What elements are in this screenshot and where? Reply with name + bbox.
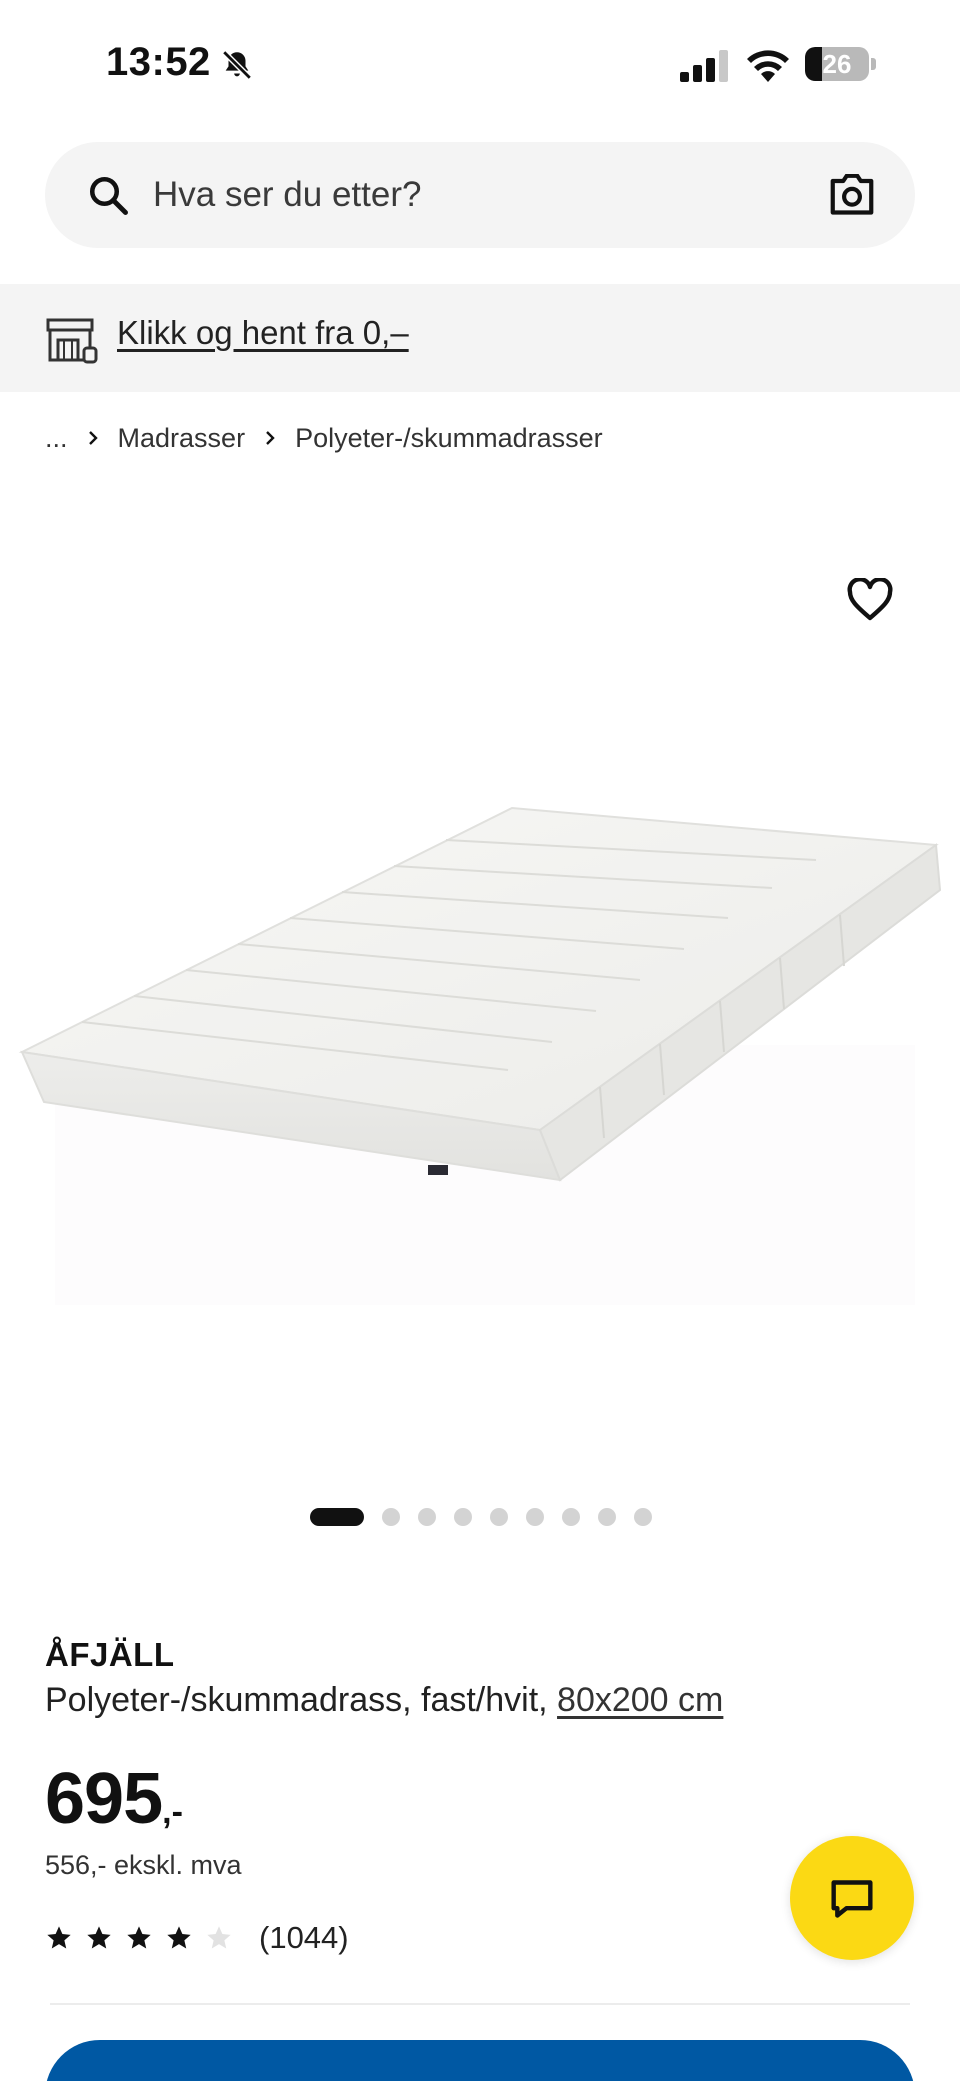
size-link[interactable]: 80x200 cm bbox=[557, 1681, 723, 1719]
status-bar: 13:52 26 bbox=[0, 0, 960, 130]
battery-indicator: 26 bbox=[805, 47, 876, 81]
battery-level: 26 bbox=[822, 49, 852, 79]
star-filled-icon bbox=[47, 1926, 71, 1949]
divider bbox=[50, 2003, 910, 2005]
carousel-dot[interactable] bbox=[418, 1508, 436, 1526]
carousel-dot[interactable] bbox=[562, 1508, 580, 1526]
chat-button[interactable] bbox=[790, 1836, 914, 1960]
carousel-dot[interactable] bbox=[454, 1508, 472, 1526]
review-count[interactable]: (1044) bbox=[259, 1920, 349, 1956]
search-bar[interactable] bbox=[45, 142, 915, 248]
breadcrumb-item-madrasser[interactable]: Madrasser bbox=[118, 423, 246, 454]
price-excl-vat: 556,- ekskl. mva bbox=[45, 1850, 242, 1880]
image-carousel-dots[interactable] bbox=[310, 1506, 670, 1528]
carousel-dot[interactable] bbox=[382, 1508, 400, 1526]
breadcrumb-item-foam-mattresses[interactable]: Polyeter-/skummadrasser bbox=[295, 423, 603, 454]
star-filled-icon bbox=[87, 1926, 111, 1949]
cellular-signal-icon bbox=[680, 50, 728, 82]
store-icon bbox=[46, 318, 98, 364]
carousel-dot[interactable] bbox=[598, 1508, 616, 1526]
bell-slash-icon bbox=[222, 50, 252, 80]
product-description-text: Polyeter-/skummadrass, fast/hvit, bbox=[45, 1681, 558, 1719]
rating-stars bbox=[45, 1924, 245, 1952]
star-filled-icon bbox=[127, 1926, 151, 1949]
chevron-right-icon bbox=[88, 431, 98, 445]
carousel-dot-active[interactable] bbox=[310, 1508, 364, 1526]
click-and-collect-banner[interactable]: Klikk og hent fra 0,– bbox=[0, 284, 960, 392]
carousel-dot[interactable] bbox=[526, 1508, 544, 1526]
product-name: ÅFJÄLL bbox=[45, 1636, 175, 1673]
wifi-icon bbox=[747, 50, 789, 82]
chevron-right-icon bbox=[266, 431, 275, 445]
price-suffix: ,- bbox=[162, 1793, 183, 1831]
search-icon bbox=[89, 176, 128, 215]
battery-body: 26 bbox=[805, 47, 869, 81]
carousel-dot[interactable] bbox=[634, 1508, 652, 1526]
heart-icon[interactable] bbox=[846, 578, 894, 622]
search-input[interactable] bbox=[153, 142, 753, 248]
add-to-cart-button[interactable] bbox=[45, 2040, 915, 2081]
breadcrumb-ellipsis[interactable]: ... bbox=[45, 423, 68, 454]
rating[interactable]: (1044) bbox=[45, 1918, 349, 1958]
carousel-dot[interactable] bbox=[490, 1508, 508, 1526]
battery-tip bbox=[871, 58, 876, 70]
star-empty-icon bbox=[207, 1926, 231, 1949]
breadcrumb: ... Madrasser Polyeter-/skummadrasser bbox=[45, 420, 603, 456]
chat-icon bbox=[831, 1880, 873, 1918]
status-time: 13:52 bbox=[106, 40, 211, 84]
price-main: 695 bbox=[45, 1759, 163, 1839]
product-description: Polyeter-/skummadrass, fast/hvit, 80x200… bbox=[45, 1681, 723, 1720]
camera-icon[interactable] bbox=[829, 174, 875, 216]
product-image[interactable] bbox=[0, 470, 960, 1490]
star-filled-icon bbox=[167, 1926, 191, 1949]
price: 695,- bbox=[45, 1758, 183, 1840]
click-and-collect-link[interactable]: Klikk og hent fra 0,– bbox=[117, 314, 409, 352]
